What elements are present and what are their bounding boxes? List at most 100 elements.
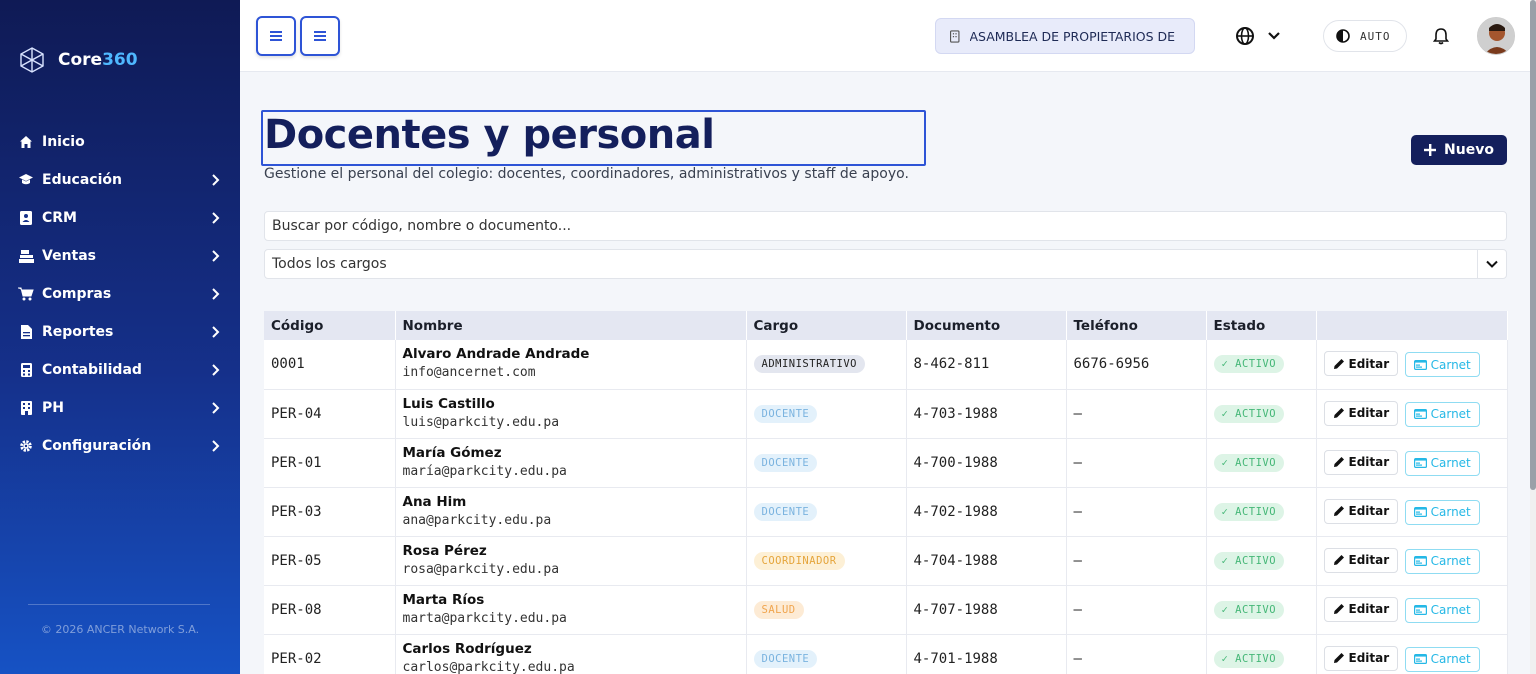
edit-button[interactable]: Editar [1323, 351, 1399, 377]
cell-phone: — [1066, 634, 1207, 674]
cell-code: 0001 [264, 340, 396, 390]
id-card-icon [1413, 507, 1427, 517]
globe-icon[interactable] [1235, 26, 1255, 46]
cell-status: ✓ ACTIVO [1206, 389, 1317, 439]
edit-button[interactable]: Editar [1323, 645, 1399, 671]
table-row[interactable]: PER-08 Marta Ríos marta@parkcity.edu.pa … [264, 585, 1508, 635]
column-header-code[interactable]: Código [264, 311, 396, 340]
table-row[interactable]: PER-01 María Gómez maría@parkcity.edu.pa… [264, 438, 1508, 488]
edit-button-label: Editar [1348, 455, 1390, 469]
carnet-button[interactable]: Carnet [1404, 352, 1480, 378]
cell-actions: Editar Carnet [1316, 487, 1508, 537]
column-header-phone[interactable]: Teléfono [1066, 311, 1207, 340]
table-row[interactable]: PER-04 Luis Castillo luis@parkcity.edu.p… [264, 389, 1508, 439]
edit-button[interactable]: Editar [1323, 596, 1399, 622]
table-row[interactable]: PER-05 Rosa Pérez rosa@parkcity.edu.pa C… [264, 536, 1508, 586]
table-row[interactable]: PER-02 Carlos Rodríguez carlos@parkcity.… [264, 634, 1508, 674]
scrollbar-thumb[interactable] [1530, 0, 1536, 490]
organization-name: ASAMBLEA DE PROPIETARIOS DE ... [969, 28, 1181, 44]
sidebar-item-contabilidad[interactable]: Contabilidad [0, 351, 240, 389]
carnet-button[interactable]: Carnet [1404, 499, 1480, 525]
sidebar-item-label: Configuración [42, 438, 152, 454]
id-card-icon [1413, 654, 1427, 664]
bell-icon[interactable] [1432, 27, 1450, 45]
carnet-button-label: Carnet [1430, 554, 1471, 568]
carnet-button[interactable]: Carnet [1404, 597, 1480, 623]
cell-name: Rosa Pérez rosa@parkcity.edu.pa [395, 536, 747, 586]
cell-phone: 6676-6956 [1066, 340, 1207, 390]
pencil-icon [1333, 555, 1344, 565]
cell-actions: Editar Carnet [1316, 536, 1508, 586]
id-card-icon [1413, 458, 1427, 468]
sidebar-item-ventas[interactable]: Ventas [0, 237, 240, 275]
column-header-document[interactable]: Documento [906, 311, 1067, 340]
cell-phone: — [1066, 585, 1207, 635]
cell-actions: Editar Carnet [1316, 585, 1508, 635]
carnet-button[interactable]: Carnet [1404, 401, 1480, 427]
column-header-status[interactable]: Estado [1206, 311, 1317, 340]
role-filter-select[interactable]: Todos los cargos [264, 249, 1507, 279]
column-header-role[interactable]: Cargo [746, 311, 907, 340]
calculator-icon [18, 362, 34, 378]
sidebar-item-compras[interactable]: Compras [0, 275, 240, 313]
id-card-icon [1413, 605, 1427, 615]
table-row[interactable]: 0001 Alvaro Andrade Andrade info@ancerne… [264, 340, 1508, 390]
role-badge: DOCENTE [753, 404, 818, 423]
new-button[interactable]: Nuevo [1411, 135, 1507, 165]
search-input[interactable] [264, 211, 1507, 241]
brand[interactable]: Core360 [18, 46, 138, 74]
status-badge: ✓ ACTIVO [1213, 502, 1285, 521]
role-badge: SALUD [753, 600, 804, 619]
sidebar-item-ph[interactable]: PH [0, 389, 240, 427]
chevron-down-icon[interactable] [1266, 28, 1282, 44]
edit-button-label: Editar [1348, 553, 1390, 567]
staff-email: ana@parkcity.edu.pa [402, 512, 552, 528]
sidebar-item-educacion[interactable]: Educación [0, 161, 240, 199]
carnet-button[interactable]: Carnet [1404, 646, 1480, 672]
sidebar-item-label: CRM [42, 210, 77, 226]
cell-code: PER-04 [264, 389, 396, 439]
cell-phone: — [1066, 536, 1207, 586]
edit-button[interactable]: Editar [1323, 498, 1399, 524]
carnet-button[interactable]: Carnet [1404, 450, 1480, 476]
theme-toggle[interactable]: AUTO [1323, 20, 1407, 52]
sidebar-item-crm[interactable]: CRM [0, 199, 240, 237]
cell-role: SALUD [746, 585, 907, 635]
cell-actions: Editar Carnet [1316, 340, 1508, 390]
table-row[interactable]: PER-03 Ana Him ana@parkcity.edu.pa DOCEN… [264, 487, 1508, 537]
status-badge: ✓ ACTIVO [1213, 600, 1285, 619]
menu-button[interactable] [300, 16, 340, 56]
new-button-label: Nuevo [1444, 142, 1494, 158]
toggle-sidebar-button[interactable] [256, 16, 296, 56]
table-body: 0001 Alvaro Andrade Andrade info@ancerne… [264, 340, 1508, 674]
cell-role: DOCENTE [746, 389, 907, 439]
edit-button-label: Editar [1348, 651, 1390, 665]
carnet-button[interactable]: Carnet [1404, 548, 1480, 574]
organization-selector[interactable]: ASAMBLEA DE PROPIETARIOS DE ... [935, 18, 1195, 54]
edit-button[interactable]: Editar [1323, 547, 1399, 573]
role-badge: ADMINISTRATIVO [753, 355, 866, 374]
id-card-icon [1413, 359, 1427, 370]
pencil-icon [1333, 358, 1344, 369]
edit-button[interactable]: Editar [1323, 449, 1399, 475]
scrollbar[interactable] [1530, 0, 1536, 674]
pencil-icon [1333, 653, 1344, 663]
graduation-cap-icon [18, 172, 34, 188]
cell-status: ✓ ACTIVO [1206, 487, 1317, 537]
column-header-name[interactable]: Nombre [395, 311, 747, 340]
sidebar-item-configuracion[interactable]: Configuración [0, 427, 240, 465]
carnet-button-label: Carnet [1430, 652, 1471, 666]
sidebar-item-reportes[interactable]: Reportes [0, 313, 240, 351]
cell-phone: — [1066, 487, 1207, 537]
sidebar-item-inicio[interactable]: Inicio [0, 123, 240, 161]
select-toggle[interactable] [1477, 250, 1506, 278]
sidebar-item-label: Reportes [42, 324, 114, 340]
user-avatar[interactable] [1477, 17, 1515, 55]
cash-register-icon [18, 248, 34, 264]
cell-code: PER-01 [264, 438, 396, 488]
edit-button[interactable]: Editar [1323, 400, 1399, 426]
carnet-button-label: Carnet [1430, 603, 1471, 617]
cell-status: ✓ ACTIVO [1206, 634, 1317, 674]
staff-email: marta@parkcity.edu.pa [402, 610, 567, 626]
shopping-cart-icon [18, 286, 34, 302]
